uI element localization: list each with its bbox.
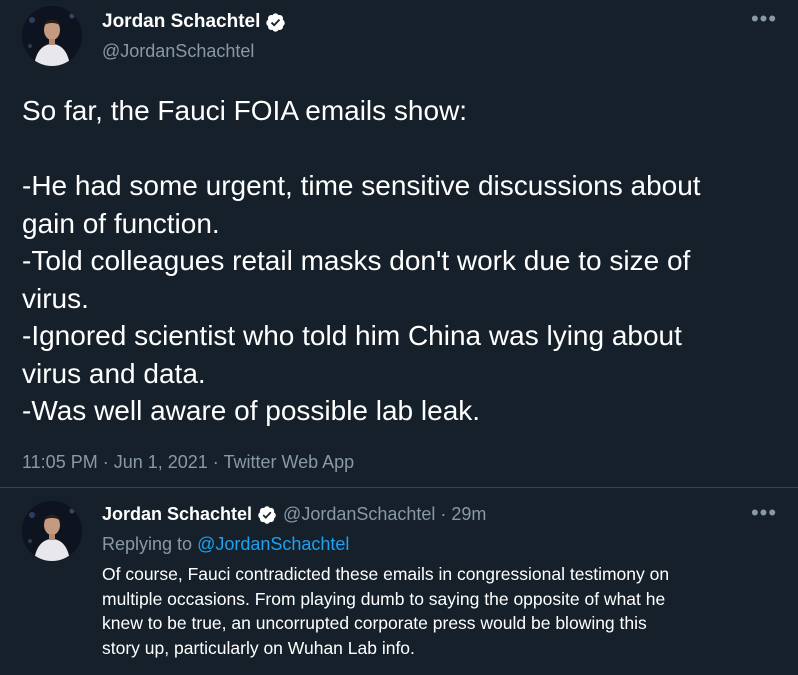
tweet-text: So far, the Fauci FOIA emails show: -He … <box>22 92 782 430</box>
verified-badge-icon <box>266 12 286 32</box>
verified-badge-icon <box>258 505 276 524</box>
tweet-age[interactable]: · 29m <box>440 504 486 525</box>
avatar[interactable] <box>22 6 82 66</box>
tweet-text-line: So far, the Fauci FOIA emails show: <box>22 95 468 126</box>
reply-text-line: Of course, Fauci contradicted these emai… <box>102 564 670 584</box>
replying-to: Replying to @JordanSchachtel <box>102 534 349 555</box>
tweet-text-line: -Told colleagues retail masks don't work… <box>22 245 691 276</box>
tweet-text-line: virus and data. <box>22 357 206 389</box>
avatar-photo <box>22 501 82 561</box>
tweet-text-line: -Ignored scientist who told him China wa… <box>22 320 682 351</box>
author-display-name[interactable]: Jordan Schachtel <box>102 504 252 525</box>
more-options-icon[interactable]: ••• <box>750 502 778 526</box>
tweet-text-line: -He had some urgent, time sensitive disc… <box>22 170 701 201</box>
reply-tweet[interactable]: Jordan Schachtel @JordanSchachtel · 29m … <box>0 488 798 675</box>
author-display-name[interactable]: Jordan Schachtel <box>102 11 286 33</box>
tweet-timestamp[interactable]: 11:05 PM · Jun 1, 2021 · Twitter Web App <box>22 452 354 473</box>
reply-header: Jordan Schachtel @JordanSchachtel · 29m <box>102 504 486 525</box>
tweet-text-line: virus. <box>22 282 89 314</box>
author-handle[interactable]: @JordanSchachtel <box>102 41 254 62</box>
replying-to-mention-link[interactable]: @JordanSchachtel <box>197 534 349 554</box>
reply-text-line: multiple occasions. From playing dumb to… <box>102 588 666 609</box>
tweet-text-line <box>22 130 782 168</box>
reply-text-line: story up, particularly on Wuhan Lab info… <box>102 637 415 658</box>
author-name-text: Jordan Schachtel <box>102 11 261 32</box>
avatar-photo <box>22 6 82 66</box>
reply-text: Of course, Fauci contradicted these emai… <box>102 562 792 660</box>
tweet-text-line: -Was well aware of possible lab leak. <box>22 395 481 426</box>
reply-text-line: knew to be true, an uncorrupted corporat… <box>102 613 647 633</box>
avatar[interactable] <box>22 501 82 561</box>
replying-prefix: Replying to <box>102 534 198 554</box>
main-tweet: Jordan Schachtel @JordanSchachtel ••• So… <box>0 0 798 486</box>
tweet-text-line: gain of function. <box>22 207 220 239</box>
author-handle[interactable]: @JordanSchachtel <box>283 504 435 525</box>
more-options-icon[interactable]: ••• <box>750 8 778 32</box>
